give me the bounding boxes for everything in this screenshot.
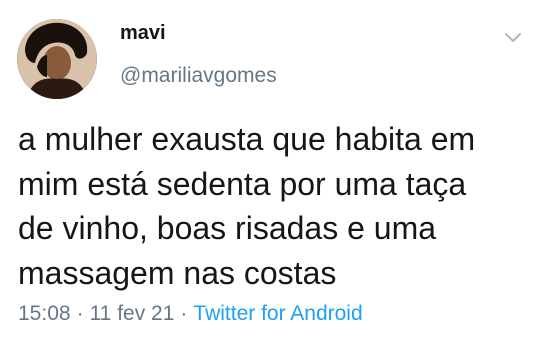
tweet-text: a mulher exausta que habita em mim está … [18,117,523,295]
user-handle[interactable]: @mariliavgomes [120,64,277,88]
tweet-text-line: massagem nas costas [18,254,337,291]
tweet-text-line: de vinho, boas risadas e uma [18,210,437,246]
display-name[interactable]: mavi [120,22,166,45]
tweet-meta: 15:08 · 11 fev 21 · Twitter for Android [18,302,363,326]
separator: · [180,302,188,325]
chevron-down-icon[interactable] [503,30,523,46]
tweet-date[interactable]: 11 fev 21 [90,302,175,325]
avatar-image [17,19,97,99]
tweet-text-line: a mulher exausta que habita em [18,121,476,157]
tweet-text-line: mim está sedenta por uma taça [18,165,467,202]
separator: · [76,302,84,325]
tweet-time[interactable]: 15:08 [18,302,71,325]
tweet-source-link[interactable]: Twitter for Android [193,302,362,325]
avatar[interactable] [17,19,97,99]
